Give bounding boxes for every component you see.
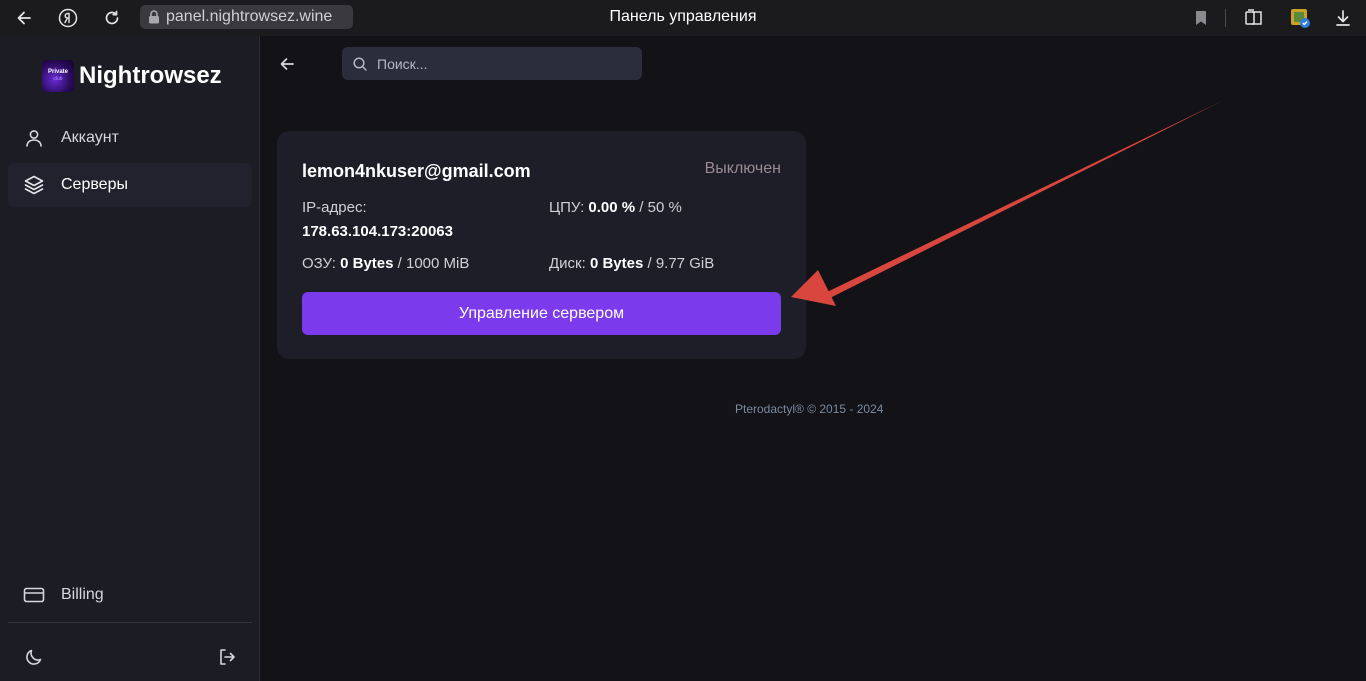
search-input[interactable] [377,47,632,80]
logout-icon[interactable] [215,645,239,669]
ram-label: ОЗУ: [302,255,336,272]
search-icon [353,57,367,71]
sidebar-item-account[interactable]: Аккаунт [8,116,252,160]
extension-icon[interactable] [1287,5,1313,31]
brand[interactable]: Private club Nightrowsez [42,60,222,92]
toolbar-divider [1225,9,1226,27]
sidebar: Private club Nightrowsez Аккаунт Серверы… [0,36,260,681]
brand-logo: Private club [42,60,74,92]
disk-label: Диск: [549,255,586,272]
ram-value: 0 Bytes [340,255,394,272]
annotation-arrow-shaft [827,100,1224,298]
sidebar-divider [8,622,252,623]
sidebar-item-label: Billing [61,586,104,603]
ip-label: IP-адрес: [302,199,367,216]
footer-copyright: Pterodactyl® © 2015 - 2024 [735,402,884,416]
sidebar-item-label: Серверы [61,176,128,193]
user-icon [22,126,46,150]
sidebar-item-billing[interactable]: Billing [8,573,252,617]
layers-icon [22,173,46,197]
tab-title: Панель управления [609,8,757,25]
download-icon[interactable] [1330,5,1356,31]
cpu-value: 0.00 % [588,199,636,216]
bookmark-icon[interactable] [1188,5,1214,31]
disk-stat: Диск: 0 Bytes / 9.77 GiB [549,255,714,272]
server-name: lemon4nkuser@gmail.com [302,161,531,181]
moon-icon[interactable] [22,645,46,669]
ram-limit: / 1000 MiB [397,255,470,272]
manage-server-button[interactable]: Управление сервером [302,292,781,335]
ip-address: 178.63.104.173:20063 [302,223,453,240]
server-card[interactable]: lemon4nkuser@gmail.com Выключен IP-адрес… [277,131,806,359]
brand-name: Nightrowsez [79,62,222,89]
cpu-label: ЦПУ: [549,199,585,216]
cpu-stat: ЦПУ: 0.00 % / 50 % [549,199,682,216]
search-bar [342,47,642,80]
cpu-limit: / 50 % [639,199,682,216]
sidebar-item-servers[interactable]: Серверы [8,163,252,207]
sidebar-item-label: Аккаунт [61,129,119,146]
back-arrow-icon[interactable] [275,52,299,76]
disk-value: 0 Bytes [589,255,644,272]
disk-limit: / 9.77 GiB [647,255,715,272]
server-status: Выключен [704,160,781,177]
browser-toolbar: panel.nightrowsez.wine Панель управления [0,0,1366,36]
credit-card-icon [22,583,46,607]
ram-stat: ОЗУ: 0 Bytes / 1000 MiB [302,255,469,272]
collections-icon[interactable] [1241,5,1267,31]
